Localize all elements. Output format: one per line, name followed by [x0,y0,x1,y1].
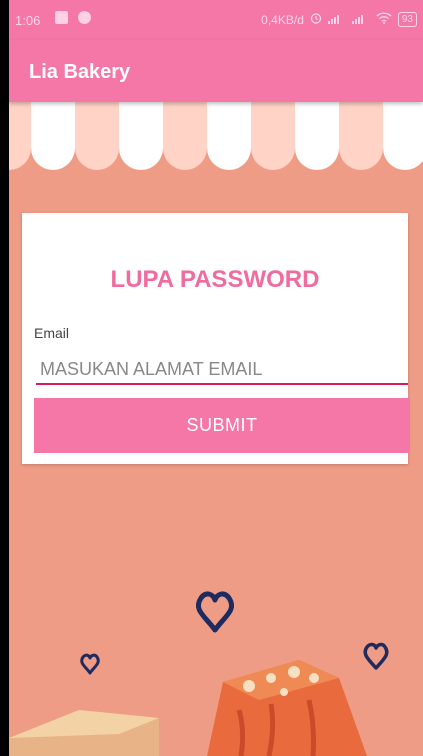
forgot-password-card: LUPA PASSWORD Email SUBMIT [22,213,410,464]
alarm-icon [310,12,322,27]
app-title: Lia Bakery [29,61,131,83]
signal-icon [351,13,370,27]
page-title: LUPA PASSWORD [110,266,320,293]
app-bar: Lia Bakery [9,40,423,102]
app-screen: 1:06 0,4KB/d 93 Lia Bakery LUPA PASSWORD… [9,0,423,756]
cake-slice-illustration [9,660,367,756]
heart-icon [363,642,389,670]
status-left-icons [55,11,91,24]
battery-icon: 93 [397,12,417,27]
status-right: 0,4KB/d 93 [261,12,417,27]
email-label: Email [34,325,70,341]
wifi-icon [376,12,392,27]
status-bar: 1:06 0,4KB/d 93 [9,0,423,40]
heart-icon [195,591,235,633]
network-speed: 0,4KB/d [261,12,304,27]
bakery-illustration [9,591,389,756]
heart-icon [80,653,100,675]
email-field[interactable] [36,355,408,385]
notification-icon [78,11,91,24]
awning-decoration [9,102,423,176]
signal-icon [327,13,346,27]
status-time: 1:06 [15,13,41,28]
image-icon [55,11,68,24]
submit-button[interactable]: SUBMIT [34,398,410,453]
